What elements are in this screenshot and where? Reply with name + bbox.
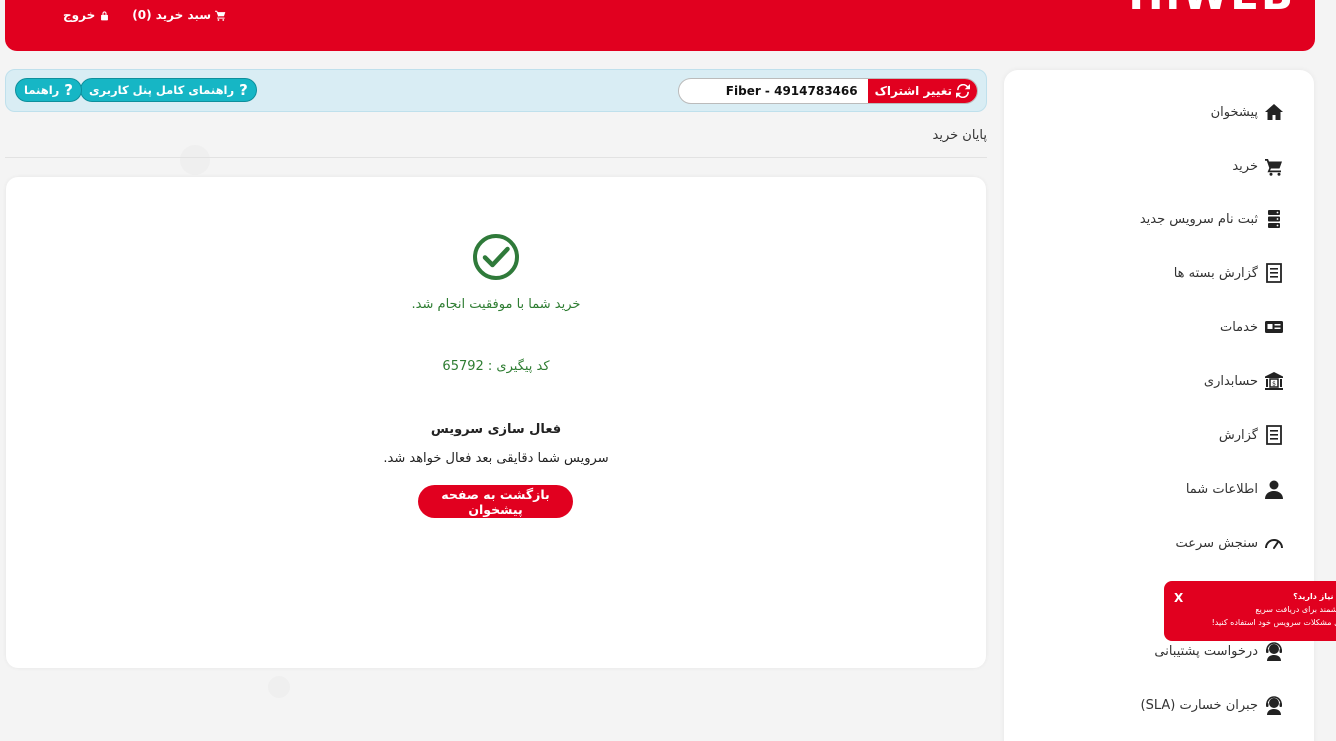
subscription-strip: تغییر اشتراک Fiber - 4914783466 ? راهنما… — [5, 69, 987, 112]
sidebar-item-speed-test[interactable]: سنجش سرعت — [1175, 533, 1284, 553]
support-popup-line: از چت‌بات هوشمند برای دریافت سریع — [1255, 605, 1336, 614]
support-popup-line: پشتیبانی و حل مشکلات سرویس خود استفاده ک… — [1211, 618, 1336, 627]
logout-label: خروج — [63, 8, 96, 22]
support-icon — [1266, 696, 1282, 715]
sidebar-item-dashboard[interactable]: پیشخوان — [1211, 102, 1284, 122]
support-popup-title: به پشتیبانی نیاز دارید؟ — [1293, 592, 1336, 601]
cart-icon — [215, 10, 226, 21]
breadcrumb: پایان خرید — [932, 128, 988, 143]
svg-text:$: $ — [1272, 381, 1276, 388]
divider — [5, 157, 987, 158]
sidebar-item-label: ثبت نام سرویس جدید — [1139, 211, 1258, 227]
subscription-value: Fiber - 4914783466 — [725, 84, 858, 98]
support-icon — [1266, 642, 1282, 661]
server-icon — [1268, 210, 1280, 228]
home-icon — [1265, 104, 1283, 120]
sidebar-item-label: حسابداری — [1203, 373, 1258, 389]
sidebar-item-accounting[interactable]: $ حسابداری — [1204, 371, 1284, 391]
report-icon — [1266, 425, 1282, 445]
card-icon — [1265, 321, 1283, 333]
full-guide-button[interactable]: ? راهنمای کامل پنل کاربری — [80, 78, 257, 102]
sidebar-item-label: جبران خسارت (SLA) — [1140, 697, 1258, 713]
sidebar-item-purchase[interactable]: خرید — [1232, 156, 1284, 176]
user-icon — [1265, 480, 1283, 499]
sidebar-item-report[interactable]: گزارش — [1219, 425, 1284, 445]
lock-icon — [101, 10, 109, 20]
cart-label: سبد خرید (0) — [132, 8, 212, 22]
sidebar-item-sla[interactable]: جبران خسارت (SLA) — [1140, 695, 1284, 715]
sidebar-item-support-request[interactable]: درخواست پشتیبانی — [1154, 641, 1284, 661]
purchase-result-card: خرید شما با موفقیت انجام شد. کد پیگیری :… — [6, 177, 986, 668]
sidebar-item-label: خدمات — [1219, 319, 1258, 335]
sidebar-item-package-report[interactable]: گزارش بسته ها — [1174, 263, 1284, 283]
activation-description: سرویس شما دقایقی بعد فعال خواهد شد. — [383, 451, 609, 466]
top-links: سبد خرید (0) خروج — [63, 8, 226, 22]
success-message: خرید شما با موفقیت انجام شد. — [411, 297, 581, 312]
change-subscription-button[interactable]: تغییر اشتراک — [867, 79, 977, 103]
speedometer-icon — [1265, 539, 1283, 549]
top-header-bar: HiWEB سبد خرید (0) خروج — [5, 0, 1315, 51]
question-icon: ? — [64, 81, 73, 99]
background-decoration — [180, 145, 210, 175]
full-guide-label: راهنمای کامل پنل کاربری — [89, 83, 235, 97]
sidebar-item-label: درخواست پشتیبانی — [1154, 643, 1258, 659]
sidebar-item-label: سنجش سرعت — [1175, 535, 1258, 551]
sidebar-item-label: پیشخوان — [1210, 104, 1258, 120]
guide-label: راهنما — [24, 83, 60, 97]
check-circle-icon — [473, 234, 519, 280]
sidebar-item-label: گزارش — [1218, 427, 1258, 443]
refresh-icon — [956, 84, 970, 98]
close-icon[interactable]: X — [1174, 591, 1183, 605]
sidebar-item-label: اطلاعات شما — [1185, 481, 1258, 497]
background-decoration — [268, 676, 290, 698]
sidebar-item-new-service[interactable]: ثبت نام سرویس جدید — [1140, 209, 1284, 229]
sidebar-item-label: گزارش بسته ها — [1173, 265, 1258, 281]
change-subscription-label: تغییر اشتراک — [874, 84, 952, 98]
sidebar-item-label: خرید — [1232, 158, 1258, 174]
sidebar-item-services[interactable]: خدمات — [1220, 317, 1284, 337]
report-icon — [1266, 263, 1282, 283]
sidebar-item-profile[interactable]: اطلاعات شما — [1186, 479, 1284, 499]
guide-button[interactable]: ? راهنما — [15, 78, 82, 102]
cart-icon — [1265, 159, 1282, 176]
logout-link[interactable]: خروج — [63, 8, 110, 22]
back-to-dashboard-button[interactable]: بازگشت به صفحه پیشخوان — [418, 485, 573, 518]
support-popup-text: به پشتیبانی نیاز دارید؟ از چت‌بات هوشمند… — [1192, 590, 1336, 629]
subscription-selector[interactable]: تغییر اشتراک Fiber - 4914783466 — [678, 78, 978, 104]
cart-link[interactable]: سبد خرید (0) — [132, 8, 226, 22]
activation-title: فعال سازی سرویس — [430, 422, 562, 437]
tracking-code: کد پیگیری : 65792 — [442, 359, 550, 374]
brand-logo[interactable]: HiWEB — [1128, 0, 1295, 19]
bank-icon: $ — [1265, 372, 1283, 390]
question-icon: ? — [239, 81, 248, 99]
support-chat-popup[interactable]: X به پشتیبانی نیاز دارید؟ از چت‌بات هوشم… — [1164, 581, 1336, 641]
